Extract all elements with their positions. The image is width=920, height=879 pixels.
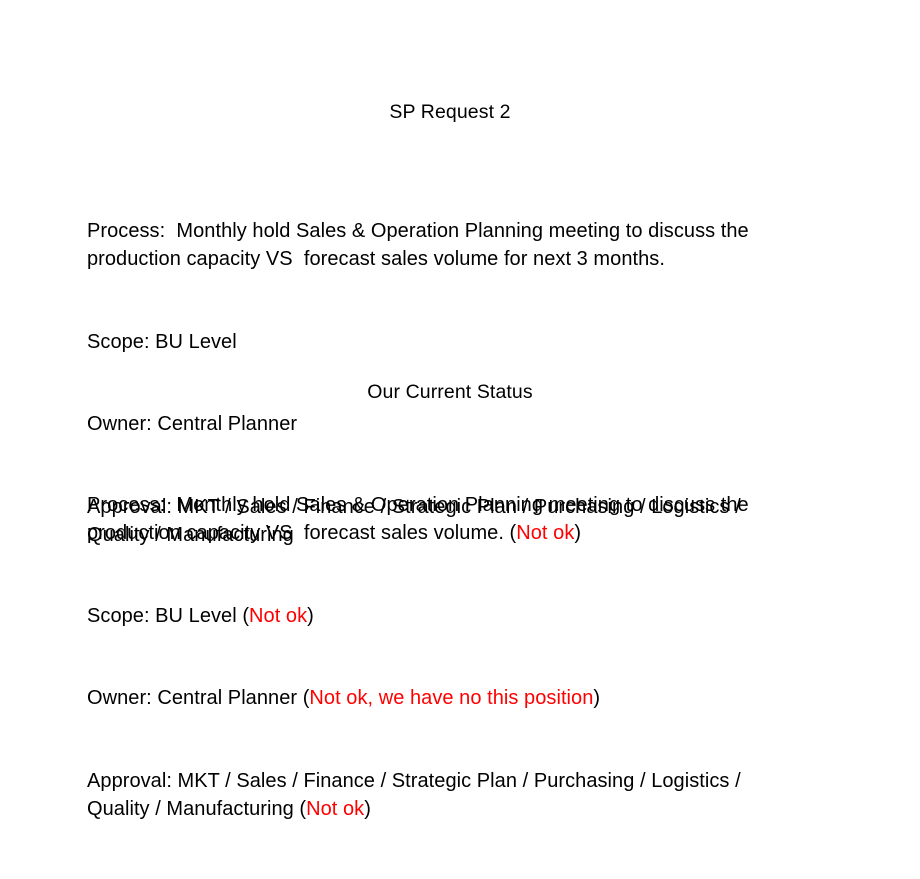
status-details-block: Process: Monthly hold Sales & Operation … (87, 437, 787, 879)
status-scope-tail: ) (307, 604, 314, 627)
status-process-flag: Not ok (516, 521, 575, 544)
status-process-tail: ) (574, 521, 582, 544)
status-owner-tail: ) (593, 687, 601, 710)
request-owner-line: Owner: Central Planner (87, 413, 298, 436)
status-approval-line: Approval: MKT / Sales / Finance / Strate… (87, 768, 787, 823)
status-approval-flag: Not ok (306, 797, 365, 820)
request-process-line: Process: Monthly hold Sales & Operation … (87, 220, 755, 270)
status-owner-flag: Not ok, we have no this position (309, 687, 594, 710)
status-process-line: Process: Monthly hold Sales & Operation … (87, 492, 787, 547)
status-approval-text: Approval: MKT / Sales / Finance / Strate… (87, 770, 747, 820)
status-scope-line: Scope: BU Level (Not ok) (87, 603, 787, 631)
page-title-sp-request: SP Request 2 (389, 101, 511, 123)
status-scope-flag: Not ok (249, 604, 308, 627)
request-scope-line: Scope: BU Level (87, 330, 237, 353)
slide-canvas: SP Request 2 Process: Monthly hold Sales… (0, 0, 920, 820)
status-scope-text: Scope: BU Level ( (87, 604, 250, 627)
status-owner-text: Owner: Central Planner ( (87, 687, 310, 710)
status-owner-line: Owner: Central Planner (Not ok, we have … (87, 685, 787, 713)
status-process-text: Process: Monthly hold Sales & Operation … (87, 494, 755, 544)
section-title-current-status: Our Current Status (367, 381, 533, 403)
status-approval-tail: ) (364, 797, 371, 820)
